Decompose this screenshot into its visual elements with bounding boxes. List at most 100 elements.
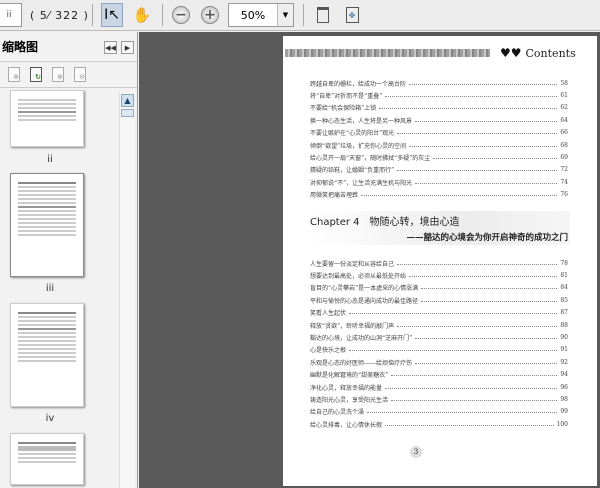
- toc-entry-page: 72: [560, 166, 568, 174]
- toc-entry-title: 将“自卑”对折而不是“重叠”: [310, 93, 383, 101]
- panel-title: 缩略图: [2, 40, 39, 54]
- toc-entry-title: 释放“贪欲”，聆听幸福的敲门声: [310, 322, 395, 330]
- thumbnail-label: iii: [45, 283, 55, 294]
- leader-dots: [409, 82, 558, 85]
- hand-tool-button[interactable]: ✋: [131, 3, 153, 27]
- page-header: ♥♥ Contents: [285, 46, 585, 60]
- toc-entry-title: 净化心灵，释放幸福的能量: [310, 384, 383, 392]
- toc-entry-page: 99: [560, 408, 568, 416]
- thumbnail-page[interactable]: [10, 90, 84, 147]
- heart-icon: ♥♥: [500, 46, 522, 60]
- thumbnail-page[interactable]: [10, 303, 84, 407]
- toc-entry-page: 58: [560, 79, 568, 87]
- toc-entry-page: 81: [560, 272, 568, 280]
- toc-entry-title: 盲目的“心灵攀岩”是一本虚采的心情涨满: [310, 285, 419, 293]
- expand-button[interactable]: ▶: [121, 41, 134, 54]
- toc-entry[interactable]: 给心灵排毒，让心情休长假 100: [310, 418, 568, 430]
- separator: [92, 4, 93, 26]
- toc-entry[interactable]: 人生要留一份淡定和从容给自己 78: [310, 257, 568, 269]
- thumbnail-list: ii iii iv: [0, 90, 118, 488]
- toc-entry[interactable]: 不要让嫉妒在“心灵的阳台”观光 66: [310, 127, 568, 139]
- leader-dots: [385, 94, 558, 98]
- chevron-down-icon[interactable]: ▼: [277, 4, 293, 26]
- page-count: ( 5⁄ 322 ): [30, 8, 89, 22]
- toc-entry[interactable]: 对抑郁说“不”，让生活充满生机与阳光 74: [310, 176, 568, 188]
- leader-dots: [415, 181, 558, 184]
- toc-entry[interactable]: 不要给“机会保险箱”上锁 62: [310, 102, 568, 114]
- scrollbar-thumb[interactable]: [121, 109, 134, 117]
- leader-dots: [361, 193, 558, 197]
- toc-entry[interactable]: 换一种心态生活，人生将是另一种风景 64: [310, 114, 568, 126]
- thumbnails-panel: 缩略图 ◀◀ ▶ ⊗ ↻ ⊕ ⊖ ii iii iv ▲: [0, 32, 138, 488]
- leader-dots: [397, 324, 558, 327]
- zoom-select[interactable]: 50% ▼: [228, 3, 294, 27]
- toc-entry[interactable]: 笑看人生起伏 87: [310, 307, 568, 319]
- header-title: Contents: [525, 46, 576, 60]
- toc-entry-page: 76: [560, 191, 568, 199]
- plus-icon: +: [201, 6, 219, 24]
- toc-entry[interactable]: 将“自卑”对折而不是“重叠” 61: [310, 89, 568, 101]
- toc-entry[interactable]: 跨越自卑的栅栏，给成功一个高台阶 58: [310, 77, 568, 89]
- leader-dots: [367, 410, 558, 414]
- toc-entry-title: 幽默是化解窘境的“甜美糖衣”: [310, 372, 389, 380]
- thumbnail-label: iv: [45, 413, 55, 424]
- toc-entry[interactable]: 豁达的心境，让成功的山洞“芝麻开门” 90: [310, 331, 568, 343]
- select-tool-button[interactable]: I↖: [101, 3, 123, 27]
- rotate-page-icon[interactable]: ↻: [30, 67, 42, 82]
- toc-entry[interactable]: 盲目的“心灵攀岩”是一本虚采的心情涨满 84: [310, 282, 568, 294]
- toc-entry[interactable]: 平和与愉悦的心态是通向成功的最佳路径 85: [310, 294, 568, 306]
- toc-entry[interactable]: 给心灵开一扇“天窗”，随时拂拭“多疑”的灰尘 69: [310, 151, 568, 163]
- toc-entry-title: 乐观是心态的好医师——给烦恼疗疗伤: [310, 359, 413, 367]
- zoom-out-page-icon[interactable]: ⊖: [74, 67, 86, 82]
- toc-entry[interactable]: 铸造阳光心灵，享受阳光生活 98: [310, 393, 568, 405]
- zoom-in-page-icon[interactable]: ⊕: [52, 67, 64, 82]
- toc-entry[interactable]: 想要达到最高处，必须从最低处开始 81: [310, 269, 568, 281]
- toc-entry-title: 人生要留一份淡定和从容给自己: [310, 260, 395, 268]
- toc-entry-title: 倾倒“欲望”垃圾，扩充你心灵的空间: [310, 142, 407, 150]
- leader-dots: [421, 286, 558, 290]
- leader-dots: [349, 311, 558, 315]
- leader-dots: [385, 423, 554, 426]
- toc-entry[interactable]: 心是快乐之根 91: [310, 344, 568, 356]
- leader-dots: [415, 361, 558, 364]
- zoom-out-button[interactable]: −: [170, 3, 192, 27]
- toc-entry[interactable]: 净化心灵，释放幸福的能量 96: [310, 381, 568, 393]
- scroll-up-button[interactable]: ▲: [121, 94, 134, 107]
- toc-entry-page: 69: [560, 154, 568, 162]
- zoom-in-button[interactable]: +: [199, 3, 221, 27]
- thumbnail-scrollbar[interactable]: ▲: [119, 92, 134, 488]
- toc-entry-page: 92: [560, 358, 568, 366]
- toc-entry[interactable]: 倾倒“欲望”垃圾，扩充你心灵的空间 68: [310, 139, 568, 151]
- fit-width-icon: [317, 7, 329, 23]
- document-view: ♥♥ Contents 跨越自卑的栅栏，给成功一个高台阶 58 将“自卑”对折而不是…: [139, 32, 600, 488]
- fit-width-button[interactable]: [312, 3, 334, 27]
- leader-dots: [379, 106, 558, 110]
- panel-header: 缩略图 ◀◀ ▶: [0, 32, 137, 62]
- page-number-input[interactable]: ii: [0, 3, 22, 27]
- toc-entry-title: 用微笑把痛苦埋葬: [310, 192, 359, 200]
- fit-page-icon: ✥: [345, 7, 359, 23]
- toc-entry[interactable]: 幽默是化解窘境的“甜美糖衣” 94: [310, 369, 568, 381]
- pdf-page: ♥♥ Contents 跨越自卑的栅栏，给成功一个高台阶 58 将“自卑”对折而不是…: [283, 36, 597, 486]
- toc-entry[interactable]: 给自己的心灵洗个澡 99: [310, 406, 568, 418]
- collapse-panel-button[interactable]: ◀◀: [104, 41, 117, 54]
- chapter-number: Chapter 4: [310, 217, 360, 228]
- toc-entry[interactable]: 猜疑的铅鞋，让婚姻“负重而行” 72: [310, 164, 568, 176]
- toc-entry-title: 笑看人生起伏: [310, 310, 347, 318]
- toc-entry-title: 对抑郁说“不”，让生活充满生机与阳光: [310, 179, 413, 187]
- toc-entry-page: 90: [560, 334, 568, 342]
- toc-entry-title: 想要达到最高处，必须从最低处开始: [310, 273, 407, 281]
- minus-icon: −: [172, 6, 190, 24]
- toc-entry-title: 给心灵开一扇“天窗”，随时拂拭“多疑”的灰尘: [310, 155, 431, 163]
- delete-page-icon[interactable]: ⊗: [8, 67, 20, 82]
- toc-entry[interactable]: 用微笑把痛苦埋葬 76: [310, 189, 568, 201]
- fit-page-button[interactable]: ✥: [341, 3, 363, 27]
- toc-entry-page: 85: [560, 296, 568, 304]
- toc-entry[interactable]: 释放“贪欲”，聆听幸福的敲门声 88: [310, 319, 568, 331]
- thumbnail-page[interactable]: [10, 433, 84, 485]
- thumbnail-page[interactable]: [10, 173, 84, 277]
- toc-entry-page: 100: [556, 420, 568, 428]
- toc-entry[interactable]: 乐观是心态的好医师——给烦恼疗疗伤 92: [310, 356, 568, 368]
- chapter-title: 物随心转，境由心造: [369, 217, 460, 228]
- leader-dots: [391, 398, 558, 401]
